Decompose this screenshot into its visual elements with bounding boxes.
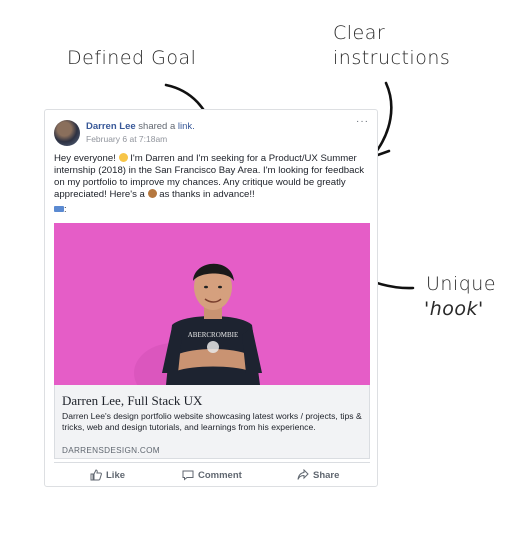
like-button[interactable]: Like	[90, 469, 125, 481]
post-body: Hey everyone! I'm Darren and I'm seeking…	[54, 153, 372, 201]
svg-text:ABERCROMBIE: ABERCROMBIE	[188, 331, 239, 339]
post-body-text-3: as thanks in advance!!	[156, 189, 255, 200]
post-timestamp[interactable]: February 6 at 7:18am	[86, 134, 167, 144]
post-body-text-1: Hey everyone!	[54, 153, 119, 164]
post-header: Darren Lee shared a link.	[86, 121, 195, 132]
facebook-post-card: Darren Lee shared a link. February 6 at …	[44, 109, 378, 487]
annotation-unique-line1: Unique	[426, 273, 497, 295]
annotation-clear-line2: instructions	[333, 47, 451, 69]
link-preview[interactable]: Darren Lee, Full Stack UX Darren Lee's d…	[54, 385, 370, 459]
annotation-defined-goal: Defined Goal	[67, 47, 197, 69]
more-options-icon[interactable]: ···	[356, 116, 369, 127]
annotation-unique-line2: 'hook'	[424, 298, 484, 320]
link-preview-image[interactable]: ABERCROMBIE	[54, 223, 370, 385]
annotation-clear-line1: Clear	[333, 22, 386, 44]
comment-button[interactable]: Comment	[182, 469, 242, 481]
share-icon	[297, 469, 309, 480]
thumbs-up-icon	[90, 469, 102, 481]
comment-icon	[182, 470, 194, 481]
cookie-icon	[147, 189, 157, 198]
share-button[interactable]: Share	[297, 469, 339, 481]
share-label: Share	[313, 469, 340, 481]
waving-hand-icon	[118, 153, 128, 162]
author-name[interactable]: Darren Lee	[86, 121, 136, 132]
portrait-illustration: ABERCROMBIE	[54, 223, 370, 385]
comment-label: Comment	[198, 469, 242, 481]
preview-domain: DARRENSDESIGN.COM	[62, 446, 160, 455]
like-label: Like	[106, 469, 126, 481]
preview-title[interactable]: Darren Lee, Full Stack UX	[62, 393, 202, 409]
post-actions: Like Comment Share	[54, 462, 370, 485]
laptop-row: :	[54, 204, 67, 214]
laptop-icon	[54, 206, 64, 212]
shared-link[interactable]: link.	[178, 121, 195, 132]
shared-text: shared a	[138, 121, 176, 132]
laptop-suffix: :	[64, 204, 67, 214]
avatar[interactable]	[54, 120, 80, 146]
preview-description: Darren Lee's design portfolio website sh…	[62, 411, 362, 432]
